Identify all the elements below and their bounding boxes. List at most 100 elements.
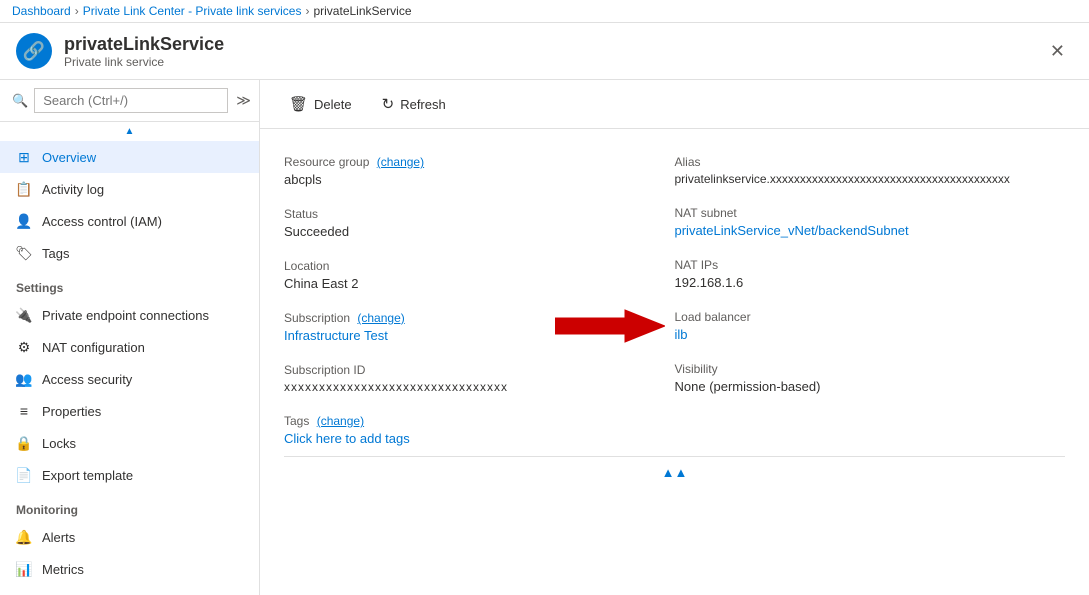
delete-label: Delete — [314, 97, 352, 112]
load-balancer-label: Load balancer — [675, 310, 1050, 324]
location-label: Location — [284, 259, 659, 273]
tags-label: Tags (change) — [284, 414, 659, 428]
tags-add-link[interactable]: Click here to add tags — [284, 431, 410, 446]
private-endpoint-icon: 🔌 — [16, 307, 32, 323]
status-cell: Status Succeeded — [284, 197, 675, 249]
breadcrumb-sep-1: › — [75, 4, 79, 18]
monitoring-section-label: Monitoring — [0, 491, 259, 521]
sidebar-nav: ⊞ Overview 📋 Activity log 👤 Access contr… — [0, 141, 259, 595]
sidebar-item-export-template[interactable]: 📄 Export template — [0, 459, 259, 491]
nat-ips-label: NAT IPs — [675, 258, 1050, 272]
resource-icon: 🔗 — [16, 33, 52, 69]
alerts-icon: 🔔 — [16, 529, 32, 545]
load-balancer-link[interactable]: ilb — [675, 327, 688, 342]
sidebar-label-locks: Locks — [42, 436, 76, 451]
refresh-button[interactable]: ↻ Refresh — [369, 88, 459, 120]
resource-header-left: 🔗 privateLinkService Private link servic… — [16, 33, 224, 69]
sidebar: 🔍 ≫ ▲ ⊞ Overview 📋 Activity log 👤 Access… — [0, 80, 260, 595]
properties-icon: ≡ — [16, 403, 32, 419]
right-column: Alias privatelinkservice.xxxxxxxxxxxxxxx… — [675, 145, 1066, 456]
load-balancer-value: ilb — [675, 327, 1050, 342]
location-value: China East 2 — [284, 276, 659, 291]
sidebar-item-access-control[interactable]: 👤 Access control (IAM) — [0, 205, 259, 237]
arrow-indicator — [555, 308, 665, 347]
tags-change-link[interactable]: (change) — [317, 414, 364, 428]
activity-log-icon: 📋 — [16, 181, 32, 197]
nat-subnet-cell: NAT subnet privateLinkService_vNet/backe… — [675, 196, 1066, 248]
visibility-cell: Visibility None (permission-based) — [675, 352, 1066, 404]
scroll-up-indicator[interactable]: ▲ — [0, 122, 259, 141]
settings-section-label: Settings — [0, 269, 259, 299]
resource-title: privateLinkService — [64, 34, 224, 55]
sidebar-item-alerts[interactable]: 🔔 Alerts — [0, 521, 259, 553]
tags-cell: Tags (change) Click here to add tags — [284, 404, 675, 456]
left-column: Resource group (change) abcpls Status Su… — [284, 145, 675, 456]
delete-icon: 🗑 — [289, 95, 308, 113]
refresh-label: Refresh — [400, 97, 446, 112]
visibility-value: None (permission-based) — [675, 379, 1050, 394]
sidebar-item-access-security[interactable]: 👥 Access security — [0, 363, 259, 395]
resource-subtitle: Private link service — [64, 55, 224, 69]
resource-header: 🔗 privateLinkService Private link servic… — [0, 23, 1089, 80]
right-panel: 🗑 Delete ↻ Refresh Resource group (chang… — [260, 80, 1089, 595]
tags-add-value: Click here to add tags — [284, 431, 659, 446]
nat-ips-value: 192.168.1.6 — [675, 275, 1050, 290]
sidebar-label-export-template: Export template — [42, 468, 133, 483]
sidebar-item-private-endpoint[interactable]: 🔌 Private endpoint connections — [0, 299, 259, 331]
access-security-icon: 👥 — [16, 371, 32, 387]
status-value: Succeeded — [284, 224, 659, 239]
collapse-sidebar-button[interactable]: ≫ — [234, 90, 253, 111]
load-balancer-cell: Load balancer ilb — [675, 300, 1066, 352]
access-control-icon: 👤 — [16, 213, 32, 229]
nat-subnet-label: NAT subnet — [675, 206, 1050, 220]
sidebar-label-metrics: Metrics — [42, 562, 84, 577]
subscription-change-link[interactable]: (change) — [357, 311, 404, 325]
subscription-id-cell: Subscription ID xxxxxxxxxxxxxxxxxxxxxxxx… — [284, 353, 675, 404]
resource-group-cell: Resource group (change) abcpls — [284, 145, 675, 197]
metrics-icon: 📊 — [16, 561, 32, 577]
sidebar-label-nat-config: NAT configuration — [42, 340, 145, 355]
sidebar-label-private-endpoint: Private endpoint connections — [42, 308, 209, 323]
refresh-icon: ↻ — [382, 95, 395, 113]
status-label: Status — [284, 207, 659, 221]
visibility-label: Visibility — [675, 362, 1050, 376]
toolbar: 🗑 Delete ↻ Refresh — [260, 80, 1089, 129]
close-button[interactable]: ✕ — [1042, 37, 1073, 66]
sidebar-label-access-security: Access security — [42, 372, 132, 387]
breadcrumb-private-link[interactable]: Private Link Center - Private link servi… — [83, 4, 302, 18]
location-cell: Location China East 2 — [284, 249, 675, 301]
sidebar-label-properties: Properties — [42, 404, 101, 419]
content-area: Resource group (change) abcpls Status Su… — [260, 129, 1089, 595]
search-icon: 🔍 — [12, 93, 28, 109]
sidebar-search-bar: 🔍 ≫ — [0, 80, 259, 122]
collapse-up-icon: ▲▲ — [662, 465, 688, 480]
sidebar-label-overview: Overview — [42, 150, 96, 165]
sidebar-item-nat-config[interactable]: ⚙ NAT configuration — [0, 331, 259, 363]
breadcrumb-dashboard[interactable]: Dashboard — [12, 4, 71, 18]
sidebar-item-metrics[interactable]: 📊 Metrics — [0, 553, 259, 585]
nat-ips-cell: NAT IPs 192.168.1.6 — [675, 248, 1066, 300]
locks-icon: 🔒 — [16, 435, 32, 451]
sidebar-item-activity-log[interactable]: 📋 Activity log — [0, 173, 259, 205]
sidebar-item-locks[interactable]: 🔒 Locks — [0, 427, 259, 459]
sidebar-label-access-control: Access control (IAM) — [42, 214, 162, 229]
subscription-link[interactable]: Infrastructure Test — [284, 328, 388, 343]
subscription-id-label: Subscription ID — [284, 363, 659, 377]
export-template-icon: 📄 — [16, 467, 32, 483]
resource-group-value: abcpls — [284, 172, 659, 187]
sidebar-item-properties[interactable]: ≡ Properties — [0, 395, 259, 427]
nat-subnet-link[interactable]: privateLinkService_vNet/backendSubnet — [675, 223, 909, 238]
search-input[interactable] — [34, 88, 228, 113]
nat-subnet-value: privateLinkService_vNet/backendSubnet — [675, 223, 1050, 238]
link-icon: 🔗 — [23, 41, 45, 62]
resource-group-change-link[interactable]: (change) — [377, 155, 424, 169]
delete-button[interactable]: 🗑 Delete — [276, 88, 365, 120]
sidebar-label-alerts: Alerts — [42, 530, 75, 545]
main-layout: 🔍 ≫ ▲ ⊞ Overview 📋 Activity log 👤 Access… — [0, 80, 1089, 595]
sidebar-item-tags[interactable]: 🏷 Tags — [0, 237, 259, 269]
subscription-id-value: xxxxxxxxxxxxxxxxxxxxxxxxxxxxxxxx — [284, 380, 659, 394]
collapse-arrows[interactable]: ▲▲ — [284, 456, 1065, 488]
breadcrumb-current: privateLinkService — [313, 4, 411, 18]
sidebar-item-overview[interactable]: ⊞ Overview — [0, 141, 259, 173]
breadcrumb-sep-2: › — [305, 4, 309, 18]
